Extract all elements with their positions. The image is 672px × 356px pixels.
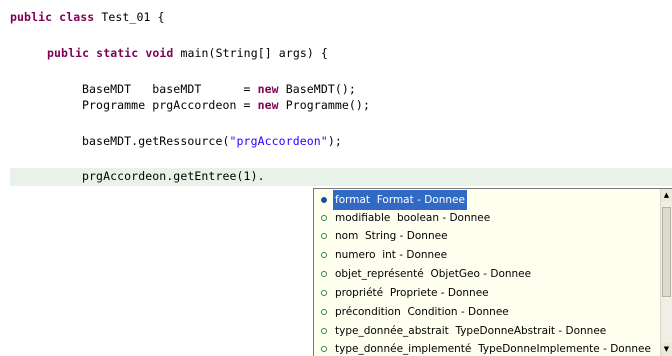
proposal-text: type_donnée_abstrait TypeDonneAbstrait -…: [335, 325, 607, 337]
field-icon: [321, 215, 327, 221]
proposal-text: type_donnée_implementé TypeDonneImplemen…: [335, 343, 651, 355]
scroll-down-icon[interactable]: ▼: [661, 343, 672, 356]
code-text: Programme();: [278, 98, 370, 112]
code-text: Test_01 {: [94, 10, 165, 24]
class-declaration-line: public class Test_01 {: [10, 9, 165, 26]
content-assist-popup[interactable]: format Format - Donnee modifiable boolea…: [313, 188, 672, 356]
keyword: public static void: [47, 46, 174, 60]
field-icon: [321, 197, 327, 203]
current-code-line: prgAccordeon.getEntree(1).: [82, 169, 265, 183]
field-icon: [321, 252, 327, 258]
proposal-text: propriété Propriete - Donnee: [335, 287, 489, 299]
proposal-text: nom String - Donnee: [335, 230, 448, 242]
string-literal: "prgAccordeon": [229, 134, 328, 148]
programme-declaration-line: Programme prgAccordeon = new Programme()…: [82, 97, 370, 114]
keyword: new: [257, 82, 279, 96]
method-declaration-line: public static void main(String[] args) {: [47, 45, 328, 62]
proposal-text: modifiable boolean - Donnee: [335, 212, 491, 224]
code-text: );: [327, 134, 342, 148]
proposal-text: numero int - Donnee: [335, 249, 448, 261]
proposal-format[interactable]: format Format - Donnee: [318, 190, 467, 210]
basemdt-declaration-line: BaseMDT baseMDT = new BaseMDT();: [82, 81, 356, 98]
keyword: new: [257, 98, 279, 112]
field-icon: [321, 271, 327, 277]
popup-scrollbar[interactable]: ▲ ▼: [660, 189, 672, 356]
proposal-modifiable[interactable]: modifiable boolean - Donnee: [318, 209, 490, 227]
field-icon: [321, 290, 327, 296]
field-icon: [321, 346, 327, 352]
proposal-text: précondition Condition - Donnee: [335, 306, 509, 318]
proposal-text: format Format - Donnee: [333, 190, 467, 210]
getressource-line: baseMDT.getRessource("prgAccordeon");: [82, 133, 342, 150]
field-icon: [321, 328, 327, 334]
proposal-type-donnee-implemente[interactable]: type_donnée_implementé TypeDonneImplemen…: [318, 340, 651, 356]
field-icon: [321, 233, 327, 239]
code-text: BaseMDT();: [278, 82, 356, 96]
code-text: main(String[] args) {: [173, 46, 328, 60]
proposal-nom[interactable]: nom String - Donnee: [318, 227, 448, 245]
code-text: baseMDT.getRessource(: [82, 134, 230, 148]
scroll-thumb[interactable]: [662, 207, 671, 297]
proposal-numero[interactable]: numero int - Donnee: [318, 246, 447, 264]
proposal-objet-represente[interactable]: objet_représenté ObjetGeo - Donnee: [318, 265, 531, 283]
proposal-text: objet_représenté ObjetGeo - Donnee: [335, 268, 532, 280]
field-icon: [321, 309, 327, 315]
proposal-type-donnee-abstrait[interactable]: type_donnée_abstrait TypeDonneAbstrait -…: [318, 322, 606, 340]
proposal-propriete[interactable]: propriété Propriete - Donnee: [318, 284, 489, 302]
code-text: BaseMDT baseMDT =: [82, 82, 258, 96]
keyword: public class: [10, 10, 95, 24]
code-text: Programme prgAccordeon =: [82, 98, 258, 112]
proposal-precondition[interactable]: précondition Condition - Donnee: [318, 303, 509, 321]
scroll-up-icon[interactable]: ▲: [661, 189, 672, 202]
